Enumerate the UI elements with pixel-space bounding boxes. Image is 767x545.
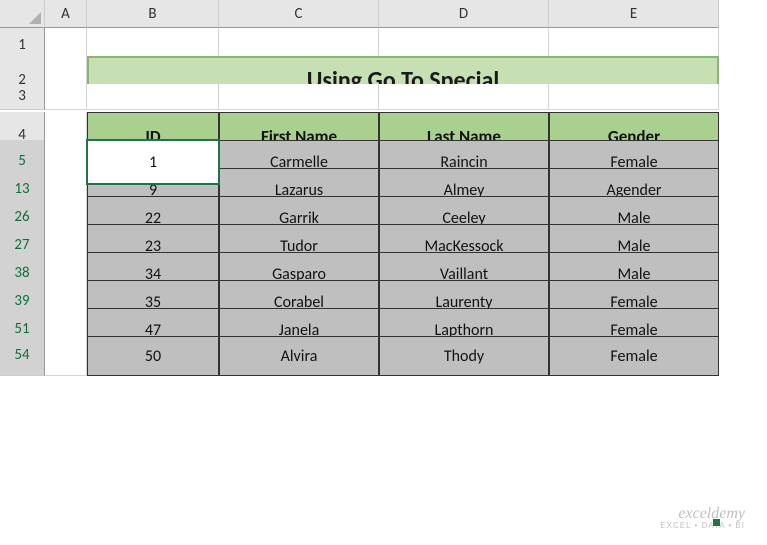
cell[interactable] bbox=[87, 84, 219, 110]
cell-id[interactable]: 1 bbox=[87, 140, 219, 184]
row-head[interactable]: 3 bbox=[0, 84, 45, 110]
col-head-d[interactable]: D bbox=[379, 0, 549, 28]
cell[interactable] bbox=[379, 84, 549, 110]
col-head-a[interactable]: A bbox=[45, 0, 87, 28]
spreadsheet-grid: A B C D E 1 2 Using Go To Special 3 4 ID… bbox=[0, 0, 767, 364]
row-head[interactable]: 54 bbox=[0, 336, 45, 376]
cell-first[interactable]: Alvira bbox=[219, 336, 379, 376]
cell[interactable] bbox=[549, 84, 719, 110]
cell-last[interactable]: Thody bbox=[379, 336, 549, 376]
watermark: exceldemy EXCEL • DATA • BI bbox=[660, 505, 745, 531]
cell-gender[interactable]: Female bbox=[549, 336, 719, 376]
watermark-main: exceldemy bbox=[660, 505, 745, 523]
selection-handle[interactable] bbox=[713, 519, 720, 526]
select-all-corner[interactable] bbox=[0, 0, 45, 28]
cell[interactable] bbox=[219, 84, 379, 110]
col-head-c[interactable]: C bbox=[219, 0, 379, 28]
col-head-b[interactable]: B bbox=[87, 0, 219, 28]
cell[interactable] bbox=[45, 336, 87, 376]
col-head-e[interactable]: E bbox=[549, 0, 719, 28]
cell[interactable] bbox=[45, 84, 87, 110]
cell-id[interactable]: 50 bbox=[87, 336, 219, 376]
watermark-sub: EXCEL • DATA • BI bbox=[660, 522, 745, 531]
